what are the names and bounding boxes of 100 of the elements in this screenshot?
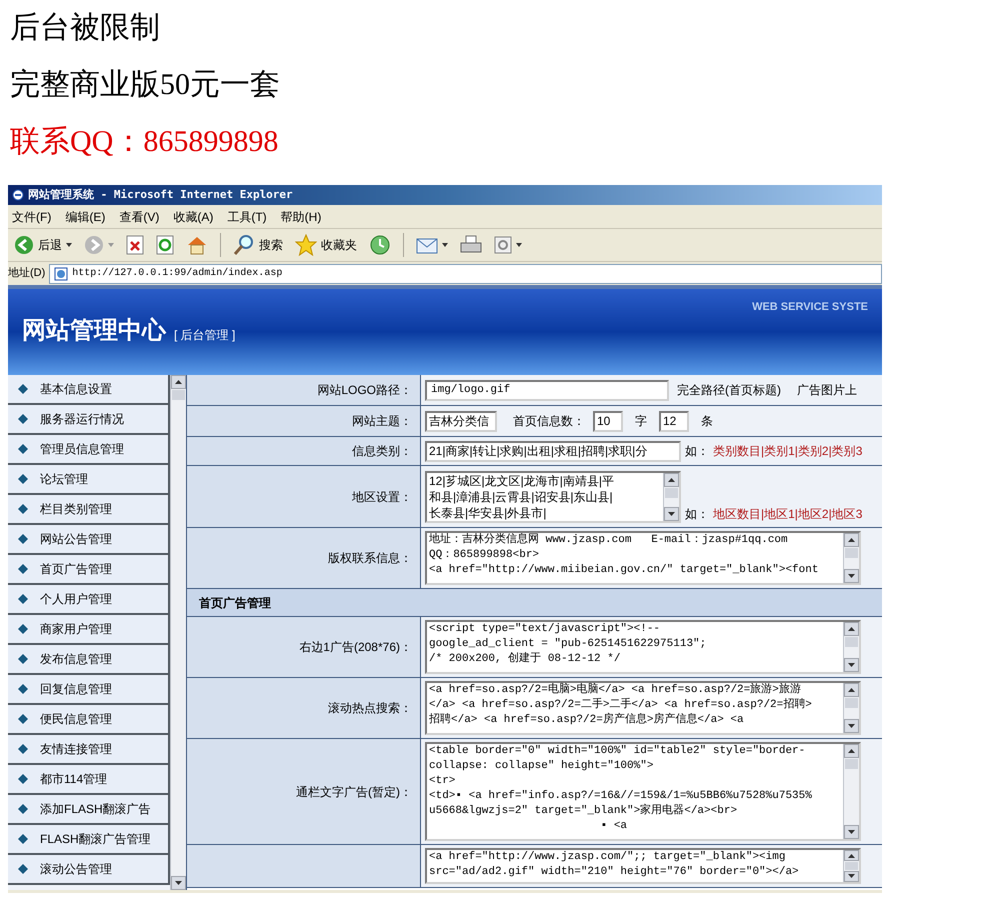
field-label: 滚动热点搜索： (328, 700, 412, 717)
dropdown-icon (108, 243, 114, 247)
sidebar-item[interactable]: 都市114管理 (8, 765, 170, 795)
text-area[interactable]: <table border="0" width="100%" id="table2" style="border- collapse: collapse" height="100%"> <tr> <td>▪ <a href="info.asp?/=16&//=159&/1=%u5BB6%u7528%u7535% u5668&lgwzjs=2" target="_blank">家用电器</a><br> ▪ <a (425, 742, 861, 841)
page-icon (494, 236, 512, 254)
field-label: 首页信息数： (513, 413, 585, 430)
number-input[interactable]: 10 (593, 410, 623, 432)
scroll-thumb[interactable] (845, 637, 858, 647)
menu-item[interactable]: 文件(F) (12, 208, 52, 226)
address-label: 地址(D) (8, 266, 46, 282)
scroll-down-icon (848, 874, 855, 878)
scrollbar[interactable] (170, 375, 186, 890)
field-label: 右边1广告(208*76)： (299, 639, 412, 656)
sidebar-item[interactable]: 栏目类别管理 (8, 495, 170, 525)
sidebar-item[interactable]: FLASH翻滚广告管理 (8, 825, 170, 855)
sidebar-item[interactable]: 网站公告管理 (8, 525, 170, 555)
field-note: 完全路径(首页标题) (677, 382, 781, 399)
sidebar-item[interactable]: 管理员信息管理 (8, 435, 170, 465)
scroll-up-icon (668, 478, 675, 482)
field-label: 地区设置： (352, 488, 412, 506)
diamond-icon (18, 684, 28, 694)
text-area[interactable]: 地址：吉林分类信息网 www.jzasp.com E-mail：jzasp#1qq.com QQ：865899898<br> <a href="http://www.miibeian.gov.cn/" target="_blank"><font (425, 531, 861, 585)
scroll-thumb[interactable] (845, 862, 858, 870)
menu-item[interactable]: 收藏(A) (173, 208, 214, 226)
menu-item[interactable]: 工具(T) (227, 208, 267, 226)
text-input[interactable]: img/logo.gif (425, 380, 669, 400)
diamond-icon (18, 624, 28, 634)
sidebar-item[interactable]: 回复信息管理 (8, 675, 170, 705)
scroll-down-icon (668, 512, 675, 516)
diamond-icon (18, 804, 28, 814)
scroll-down-icon (848, 574, 855, 578)
sidebar-item[interactable]: 滚动公告管理 (8, 855, 170, 885)
field-label: 通栏文字广告(暂定)： (296, 784, 412, 800)
history-icon (369, 234, 391, 256)
scroll-up-icon (848, 749, 855, 753)
scrollbar[interactable] (843, 533, 859, 583)
scrollbar[interactable] (843, 850, 859, 882)
sidebar-item[interactable]: 友情连接管理 (8, 735, 170, 765)
menu-item[interactable]: 查看(V) (119, 208, 160, 226)
sidebar-item[interactable]: 个人用户管理 (8, 585, 170, 615)
favorites-button[interactable]: 收藏夹 (291, 231, 361, 259)
number-input[interactable]: 12 (659, 410, 689, 432)
sidebar-item[interactable]: 服务器运行情况 (8, 405, 170, 435)
scroll-thumb[interactable] (845, 698, 858, 708)
printer-icon (460, 235, 482, 255)
diamond-icon (18, 714, 28, 724)
envelope-icon (416, 236, 438, 254)
refresh-icon (156, 235, 174, 255)
scrollbar[interactable] (843, 622, 859, 672)
banner-tagline: WEB SERVICE SYSTE (752, 300, 868, 315)
sidebar-item[interactable]: 首页广告管理 (8, 555, 170, 585)
sidebar-item[interactable]: 基本信息设置 (8, 375, 170, 405)
sidebar-item[interactable]: 添加FLASH翻滚广告 (8, 795, 170, 825)
hint-label: 如： (685, 506, 709, 522)
unit-label: 条 (701, 413, 713, 430)
scroll-thumb[interactable] (845, 548, 858, 558)
text-area[interactable]: 12|芗城区|龙文区|龙海市|南靖县|平 和县|漳浦县|云霄县|诏安县|东山县| 长泰县|华安县|外县市| (425, 470, 681, 522)
contact-text: 联系QQ：865899898 (10, 124, 280, 160)
text-area[interactable]: <a href="http://www.jzasp.com/";; target="_blank"><img src="ad/ad2.gif" width="210" height="76" border="0"></a> (425, 848, 861, 884)
field-label: 网站主题： (352, 413, 412, 430)
text-area[interactable]: <a href=so.asp?/2=电脑>电脑</a> <a href=so.asp?/2=旅游>旅游 </a> <a href=so.asp?/2=二手>二手</a> <a href=so.asp?/2=招聘> 招聘</a> <a href=so.asp?/2=房产信息>房产信息</a> <a (425, 681, 861, 735)
address-field[interactable]: http://127.0.0.1:99/admin/index.asp (49, 264, 882, 284)
diamond-icon (18, 474, 28, 484)
search-button[interactable]: 搜索 (229, 231, 287, 259)
diamond-icon (18, 864, 28, 874)
scroll-up-icon (848, 688, 855, 692)
menu-item[interactable]: 编辑(E) (65, 208, 106, 226)
sidebar-item[interactable]: 商家用户管理 (8, 615, 170, 645)
sidebar-item[interactable]: 发布信息管理 (8, 645, 170, 675)
sidebar-item[interactable]: 论坛管理 (8, 465, 170, 495)
scrollbar[interactable] (843, 744, 859, 839)
diamond-icon (18, 564, 28, 574)
scrollbar[interactable] (663, 472, 679, 520)
scroll-down-icon (175, 881, 182, 885)
heading-text: 后台被限制 (10, 10, 161, 46)
sidebar-item[interactable]: 便民信息管理 (8, 705, 170, 735)
scroll-thumb[interactable] (172, 390, 185, 400)
scroll-down-icon (848, 724, 855, 728)
home-icon (186, 235, 208, 255)
scroll-up-icon (848, 627, 855, 631)
scroll-thumb[interactable] (845, 759, 858, 769)
star-icon (295, 234, 317, 256)
scrollbar[interactable] (843, 683, 859, 733)
diamond-icon (18, 834, 28, 844)
heading-text: 完整商业版50元一套 (10, 67, 281, 103)
scroll-thumb[interactable] (665, 488, 678, 498)
hint-label: 如： (685, 443, 709, 460)
section-header: 首页广告管理 (187, 589, 882, 617)
dropdown-icon (516, 243, 522, 247)
scroll-up-icon (175, 380, 182, 384)
text-input[interactable]: 吉林分类信 (425, 410, 497, 432)
back-button[interactable]: 后退 (10, 231, 76, 259)
text-area[interactable]: <script type="text/javascript"><!-- google_ad_client = "pub-6251451622975113"; /* 200x200, 创建于 08-12-12 */ (425, 620, 861, 674)
menu-item[interactable]: 帮助(H) (280, 208, 322, 226)
text-input[interactable]: 21|商家|转让|求购|出租|求租|招聘|求职|分 (425, 440, 681, 462)
example-text: 类别数目|类别1|类别2|类别3 (713, 443, 862, 460)
field-label: 信息类别： (352, 443, 412, 460)
diamond-icon (18, 504, 28, 514)
window-title: 网站管理系统 - Microsoft Internet Explorer (28, 186, 293, 203)
unit-label: 字 (635, 413, 647, 430)
